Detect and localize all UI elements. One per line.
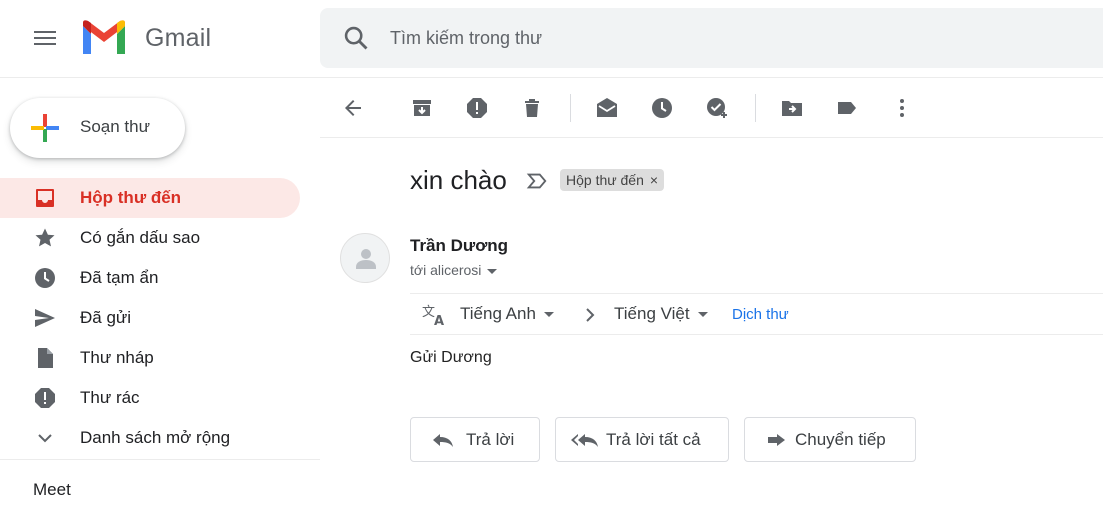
reply-all-icon [571, 434, 598, 447]
add-task-icon[interactable] [705, 96, 729, 120]
draft-icon [38, 348, 53, 368]
remove-label-button[interactable]: × [650, 172, 658, 188]
snooze-icon[interactable] [650, 96, 674, 120]
compose-label: Soạn thư [80, 117, 150, 136]
search-input[interactable] [390, 18, 990, 58]
sidebar-item-sent[interactable]: Đã gửi [0, 298, 300, 338]
translate-message-link[interactable]: Dịch thư [732, 306, 789, 323]
sender-name[interactable]: Trần Dương [410, 236, 508, 256]
inbox-icon [36, 189, 54, 207]
meet-section-title: Meet [33, 480, 71, 499]
forward-icon [768, 434, 785, 446]
label-icon[interactable] [835, 96, 859, 120]
sidebar-item-drafts[interactable]: Thư nháp [0, 338, 300, 378]
sidebar-nav: Hộp thư đến Có gắn dấu sao Đã tạm ẩn Đã … [0, 178, 300, 458]
target-language-select[interactable]: Tiếng Việt [614, 304, 708, 324]
label-chip: Hộp thư đến × [560, 169, 665, 191]
sidebar-item-label: Đã tạm ẩn [80, 268, 159, 287]
reply-icon [433, 434, 453, 447]
source-language-select[interactable]: Tiếng Anh [460, 304, 554, 324]
compose-button[interactable]: Soạn thư [10, 98, 185, 158]
person-icon [356, 249, 376, 269]
report-spam-icon[interactable] [465, 96, 489, 120]
caret-down-icon [487, 268, 498, 274]
forward-button[interactable]: Chuyển tiếp [744, 417, 916, 462]
main-menu-icon[interactable] [32, 27, 58, 49]
source-language-label: Tiếng Anh [460, 304, 536, 323]
reply-label: Trả lời [466, 430, 515, 449]
sidebar-item-label: Đã gửi [80, 308, 132, 327]
translate-bar: 文 A Tiếng Anh Tiếng Việt Dịch thư [410, 293, 1103, 335]
sidebar-item-snoozed[interactable]: Đã tạm ẩn [0, 258, 300, 298]
chevron-down-icon [38, 434, 52, 443]
mark-unread-icon[interactable] [595, 96, 619, 120]
delete-icon[interactable] [520, 96, 544, 120]
back-arrow-icon[interactable] [341, 96, 365, 120]
reply-button[interactable]: Trả lời [410, 417, 540, 462]
chevron-right-icon [586, 308, 595, 322]
sidebar-divider [0, 459, 320, 460]
message-body: Gửi Dương [410, 349, 492, 366]
sidebar-item-inbox[interactable]: Hộp thư đến [0, 178, 300, 218]
reply-all-button[interactable]: Trả lời tất cả [555, 417, 729, 462]
app-header: Gmail [0, 0, 1103, 78]
brand-name: Gmail [145, 24, 212, 52]
translate-icon: 文 A [422, 305, 444, 327]
reply-all-label: Trả lời tất cả [606, 430, 701, 449]
importance-marker-icon[interactable] [526, 170, 548, 192]
message-subject: xin chào [410, 165, 507, 195]
forward-label: Chuyển tiếp [795, 430, 886, 449]
sidebar-item-label: Thư rác [80, 388, 140, 407]
plus-icon [31, 114, 59, 142]
recipient-details[interactable]: tới alicerosi [410, 262, 498, 278]
search-icon[interactable] [342, 24, 370, 52]
sidebar-item-label: Danh sách mở rộng [80, 428, 231, 447]
caret-down-icon [697, 312, 708, 318]
caret-down-icon [543, 312, 554, 318]
svg-text:A: A [434, 314, 444, 327]
recipient-text: tới alicerosi [410, 262, 482, 278]
clock-icon [35, 268, 55, 288]
gmail-logo[interactable] [80, 18, 128, 58]
more-vert-icon[interactable] [890, 96, 914, 120]
sidebar-item-label: Hộp thư đến [80, 188, 182, 207]
toolbar-divider [755, 94, 756, 122]
label-chip-text: Hộp thư đến [566, 172, 644, 188]
send-icon [35, 309, 55, 327]
sender-avatar[interactable] [340, 233, 390, 283]
message-toolbar [320, 78, 1103, 138]
sidebar-item-label: Thư nháp [80, 348, 154, 367]
search-bar[interactable] [320, 8, 1103, 68]
star-icon [35, 228, 55, 247]
spam-icon [35, 388, 55, 408]
target-language-label: Tiếng Việt [614, 304, 690, 323]
sidebar-item-more[interactable]: Danh sách mở rộng [0, 418, 300, 458]
sidebar-item-spam[interactable]: Thư rác [0, 378, 300, 418]
sidebar-item-label: Có gắn dấu sao [80, 228, 201, 247]
sidebar-item-starred[interactable]: Có gắn dấu sao [0, 218, 300, 258]
archive-icon[interactable] [410, 96, 434, 120]
move-to-icon[interactable] [780, 96, 804, 120]
toolbar-divider [570, 94, 571, 122]
